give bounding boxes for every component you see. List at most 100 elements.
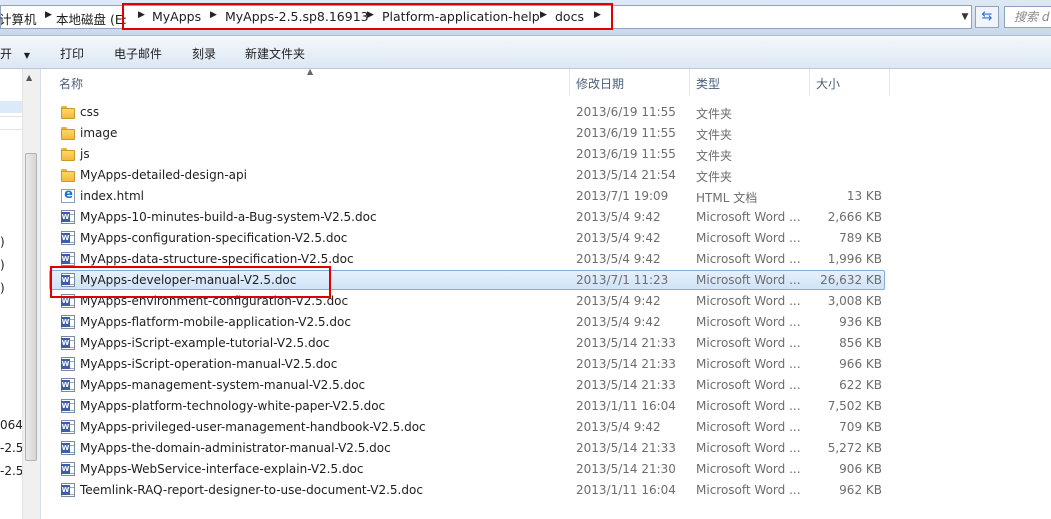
scrollbar-thumb[interactable] — [25, 153, 37, 461]
file-date: 2013/5/14 21:54 — [576, 168, 676, 182]
file-type: Microsoft Word ... — [696, 420, 801, 434]
file-date: 2013/7/1 19:09 — [576, 189, 669, 203]
nav-item-fragment[interactable]: ) — [0, 235, 5, 249]
email-button[interactable]: 电子邮件 — [114, 45, 162, 62]
nav-divider — [0, 129, 22, 130]
file-size: 7,502 KB — [827, 399, 882, 413]
file-size: 622 KB — [839, 378, 882, 392]
column-divider[interactable] — [689, 69, 690, 96]
file-row[interactable]: MyApps-privileged-user-management-handbo… — [41, 417, 1051, 438]
file-type: Microsoft Word ... — [696, 357, 801, 371]
file-size: 5,272 KB — [827, 441, 882, 455]
file-row[interactable]: MyApps-10-minutes-build-a-Bug-system-V2.… — [41, 207, 1051, 228]
burn-button[interactable]: 刻录 — [192, 45, 216, 62]
file-size: 26,632 KB — [820, 273, 882, 287]
file-name: MyApps-privileged-user-management-handbo… — [80, 420, 426, 434]
word-icon — [61, 378, 75, 392]
file-name: Teemlink-RAQ-report-designer-to-use-docu… — [80, 483, 423, 497]
file-date: 2013/5/4 9:42 — [576, 210, 661, 224]
search-input[interactable]: 搜索 d — [1004, 6, 1051, 28]
file-type: Microsoft Word ... — [696, 462, 801, 476]
file-type: Microsoft Word ... — [696, 210, 801, 224]
file-type: Microsoft Word ... — [696, 294, 801, 308]
file-row[interactable]: MyApps-flatform-mobile-application-V2.5.… — [41, 312, 1051, 333]
scroll-up-icon[interactable]: ▲ — [26, 73, 32, 82]
file-type: 文件夹 — [696, 170, 733, 184]
column-divider[interactable] — [809, 69, 810, 96]
file-date: 2013/6/19 11:55 — [576, 105, 676, 119]
column-divider[interactable] — [889, 69, 890, 96]
file-row[interactable]: MyApps-WebService-interface-explain-V2.5… — [41, 459, 1051, 480]
word-icon — [61, 231, 75, 245]
column-name[interactable]: 名称 — [59, 75, 83, 92]
file-row[interactable]: MyApps-detailed-design-api 2013/5/14 21:5… — [41, 165, 1051, 186]
file-row[interactable]: MyApps-the-domain-administrator-manual-V… — [41, 438, 1051, 459]
chevron-down-icon: ▼ — [23, 51, 30, 60]
breadcrumb-drive[interactable]: 本地磁盘 (E: — [56, 9, 127, 28]
file-date: 2013/5/14 21:33 — [576, 441, 676, 455]
chevron-down-icon[interactable]: ▼ — [957, 6, 973, 28]
file-size: 962 KB — [839, 483, 882, 497]
new-folder-button[interactable]: 新建文件夹 — [245, 45, 305, 62]
file-row[interactable]: index.html 2013/7/1 19:09 HTML 文档 13 KB — [41, 186, 1051, 207]
file-size: 709 KB — [839, 420, 882, 434]
file-row[interactable]: image 2013/6/19 11:55 文件夹 — [41, 123, 1051, 144]
word-icon — [61, 252, 75, 266]
nav-item-fragment[interactable]: -2.5 — [0, 464, 23, 478]
print-button[interactable]: 打印 — [60, 45, 84, 62]
folder-icon — [61, 126, 75, 140]
file-date: 2013/6/19 11:55 — [576, 126, 676, 140]
file-name: MyApps-WebService-interface-explain-V2.5… — [80, 462, 364, 476]
file-row[interactable]: MyApps-platform-technology-white-paper-V… — [41, 396, 1051, 417]
breadcrumb-separator-icon[interactable]: ▶ — [45, 10, 52, 20]
html-icon — [61, 187, 75, 203]
nav-scrollbar[interactable]: ▲ — [22, 69, 40, 519]
file-date: 2013/1/11 16:04 — [576, 483, 676, 497]
column-type[interactable]: 类型 — [696, 75, 720, 92]
open-button[interactable]: 开 ▼ — [0, 45, 30, 62]
file-name: MyApps-iScript-operation-manual-V2.5.doc — [80, 357, 338, 371]
file-name: index.html — [80, 189, 144, 203]
word-icon — [61, 420, 75, 434]
navigation-pane: ) ) ) 064 -2.5 -2.5 ▲ — [0, 69, 41, 519]
file-row[interactable]: MyApps-iScript-operation-manual-V2.5.doc… — [41, 354, 1051, 375]
word-icon — [61, 357, 75, 371]
column-divider[interactable] — [569, 69, 570, 96]
file-date: 2013/5/4 9:42 — [576, 231, 661, 245]
file-type: 文件夹 — [696, 128, 733, 142]
selected-file-highlight-box — [50, 266, 331, 298]
file-row[interactable]: MyApps-iScript-example-tutorial-V2.5.doc… — [41, 333, 1051, 354]
file-name: MyApps-10-minutes-build-a-Bug-system-V2.… — [80, 210, 377, 224]
breadcrumb-computer[interactable]: 计算机 — [0, 9, 37, 28]
file-row[interactable]: css 2013/6/19 11:55 文件夹 — [41, 102, 1051, 123]
file-size: 2,666 KB — [827, 210, 882, 224]
folder-icon — [61, 147, 75, 161]
file-date: 2013/5/4 9:42 — [576, 315, 661, 329]
folder-icon — [61, 105, 75, 119]
file-type: 文件夹 — [696, 107, 733, 121]
file-name: MyApps-detailed-design-api — [80, 168, 247, 182]
file-size: 906 KB — [839, 462, 882, 476]
file-row[interactable]: js 2013/6/19 11:55 文件夹 — [41, 144, 1051, 165]
file-type: Microsoft Word ... — [696, 273, 801, 287]
file-row[interactable]: MyApps-configuration-specification-V2.5.… — [41, 228, 1051, 249]
file-row[interactable]: Teemlink-RAQ-report-designer-to-use-docu… — [41, 480, 1051, 501]
column-date[interactable]: 修改日期 — [576, 75, 624, 92]
nav-item-fragment[interactable]: 064 — [0, 418, 23, 432]
column-size[interactable]: 大小 — [816, 75, 840, 92]
file-type: Microsoft Word ... — [696, 399, 801, 413]
nav-selected-item[interactable] — [0, 101, 22, 113]
file-name: MyApps-flatform-mobile-application-V2.5.… — [80, 315, 351, 329]
file-type: Microsoft Word ... — [696, 441, 801, 455]
file-name: MyApps-platform-technology-white-paper-V… — [80, 399, 386, 413]
file-date: 2013/5/4 9:42 — [576, 420, 661, 434]
file-size: 789 KB — [839, 231, 882, 245]
nav-item-fragment[interactable]: ) — [0, 258, 5, 272]
refresh-button[interactable]: ⇆ — [975, 6, 999, 28]
file-row[interactable]: MyApps-management-system-manual-V2.5.doc… — [41, 375, 1051, 396]
nav-item-fragment[interactable]: ) — [0, 281, 5, 295]
file-name: MyApps-the-domain-administrator-manual-V… — [80, 441, 391, 455]
nav-item-fragment[interactable]: -2.5 — [0, 441, 23, 455]
file-name: MyApps-management-system-manual-V2.5.doc — [80, 378, 366, 392]
word-icon — [61, 462, 75, 476]
